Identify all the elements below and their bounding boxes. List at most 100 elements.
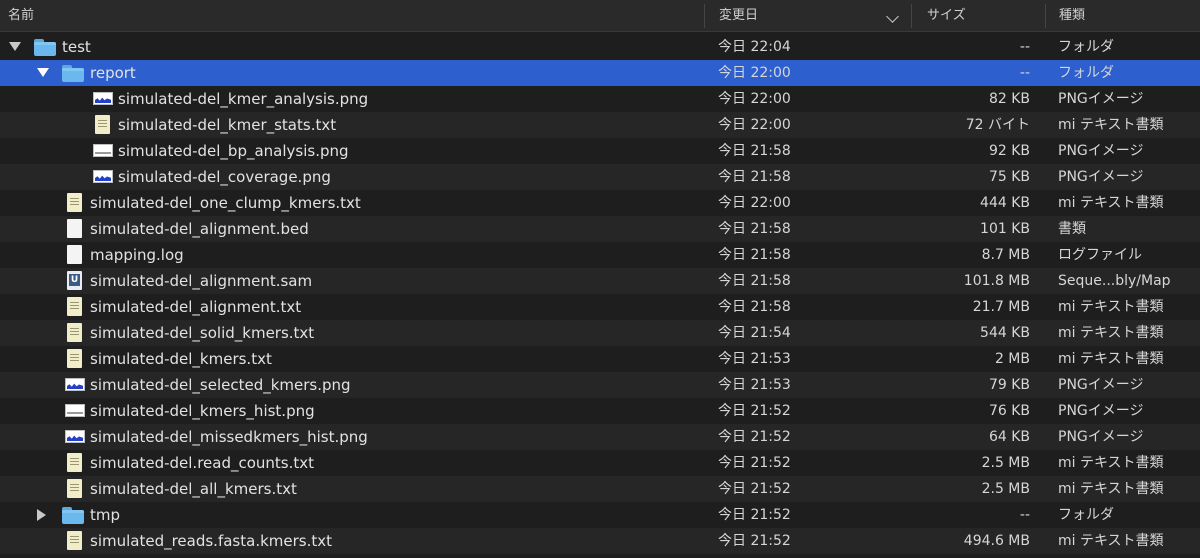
column-header-name[interactable]: 名前 xyxy=(8,0,34,32)
file-kind: mi テキスト書類 xyxy=(1058,351,1164,367)
file-name[interactable]: simulated-del_selected_kmers.png xyxy=(90,372,351,398)
file-name[interactable]: simulated-del_kmers_hist.png xyxy=(90,398,315,424)
file-kind: フォルダ xyxy=(1058,39,1114,55)
folder-icon xyxy=(62,65,84,82)
file-size: 101 KB xyxy=(980,221,1030,237)
modified-date: 今日 21:54 xyxy=(718,325,791,341)
column-divider[interactable] xyxy=(911,4,912,28)
file-name[interactable]: simulated-del_bp_analysis.png xyxy=(118,138,349,164)
column-header-date[interactable]: 変更日 xyxy=(719,0,758,32)
file-kind: フォルダ xyxy=(1058,507,1114,523)
file-size: 82 KB xyxy=(988,91,1030,107)
column-header-bar: 名前 変更日 サイズ 種類 xyxy=(0,0,1200,32)
file-kind: mi テキスト書類 xyxy=(1058,117,1164,133)
file-kind: mi テキスト書類 xyxy=(1058,299,1164,315)
file-name[interactable]: simulated-del_alignment.sam xyxy=(90,268,312,294)
file-kind: Seque...bly/Map xyxy=(1058,273,1171,289)
file-name[interactable]: simulated-del_solid_kmers.txt xyxy=(90,320,314,346)
sort-chevron-down-icon[interactable] xyxy=(886,10,899,23)
file-name[interactable]: simulated-del_alignment.bed xyxy=(90,216,309,242)
file-name[interactable]: report xyxy=(90,60,136,86)
file-name[interactable]: simulated_reads.fasta.kmers.txt xyxy=(90,528,332,554)
file-row[interactable]: simulated-del_kmer_analysis.png 今日 22:00 8… xyxy=(0,86,1200,112)
modified-date: 今日 22:04 xyxy=(718,39,791,55)
column-header-kind[interactable]: 種類 xyxy=(1059,0,1085,32)
file-row[interactable]: Usimulated-del_alignment.sam 今日 21:58 101.… xyxy=(0,268,1200,294)
file-kind: ログファイル xyxy=(1058,247,1142,263)
file-size: 79 KB xyxy=(988,377,1030,393)
folder-icon xyxy=(62,507,84,524)
file-kind: PNGイメージ xyxy=(1058,143,1144,159)
file-row[interactable]: simulated-del_kmers.txt 今日 21:53 2 MB mi テキ… xyxy=(0,346,1200,372)
file-row[interactable]: simulated-del_all_kmers.txt 今日 21:52 2.5 M… xyxy=(0,476,1200,502)
modified-date: 今日 21:58 xyxy=(718,247,791,263)
file-name[interactable]: simulated-del_kmers.txt xyxy=(90,346,272,372)
file-size: 72 バイト xyxy=(965,117,1030,133)
file-size: 444 KB xyxy=(980,195,1030,211)
file-row[interactable]: simulated-del_one_clump_kmers.txt 今日 22:0… xyxy=(0,190,1200,216)
disclosure-triangle-open-icon[interactable] xyxy=(37,68,49,77)
file-size: 8.7 MB xyxy=(981,247,1030,263)
file-name[interactable]: test xyxy=(62,34,91,60)
column-header-size[interactable]: サイズ xyxy=(927,0,966,32)
text-document-icon xyxy=(67,193,82,212)
column-divider[interactable] xyxy=(704,4,705,28)
file-kind: PNGイメージ xyxy=(1058,403,1144,419)
column-divider[interactable] xyxy=(1045,4,1046,28)
file-name[interactable]: mapping.log xyxy=(90,242,184,268)
file-row[interactable]: simulated-del.read_counts.txt 今日 21:52 2.5… xyxy=(0,450,1200,476)
blank-document-icon xyxy=(67,219,82,238)
file-row[interactable]: simulated_reads.fasta.kmers.txt 今日 21:52 4… xyxy=(0,528,1200,554)
folder-row[interactable]: report 今日 22:00 -- フォルダ xyxy=(0,60,1200,86)
folder-icon xyxy=(34,39,56,56)
modified-date: 今日 21:52 xyxy=(718,455,791,471)
file-name[interactable]: simulated-del_all_kmers.txt xyxy=(90,476,297,502)
file-row[interactable]: simulated-del_alignment.txt 今日 21:58 21.7 … xyxy=(0,294,1200,320)
modified-date: 今日 21:52 xyxy=(718,481,791,497)
modified-date: 今日 21:58 xyxy=(718,169,791,185)
file-kind: フォルダ xyxy=(1058,65,1114,81)
disclosure-triangle-closed-icon[interactable] xyxy=(37,509,46,521)
file-kind: mi テキスト書類 xyxy=(1058,481,1164,497)
file-row[interactable]: simulated-del_solid_kmers.txt 今日 21:54 544… xyxy=(0,320,1200,346)
file-row[interactable]: simulated-del_coverage.png 今日 21:58 75 KB P… xyxy=(0,164,1200,190)
modified-date: 今日 21:58 xyxy=(718,143,791,159)
file-name[interactable]: simulated-del_kmer_analysis.png xyxy=(118,86,368,112)
text-document-icon xyxy=(67,453,82,472)
file-row[interactable]: simulated-del_missedkmers_hist.png 今日 21:… xyxy=(0,424,1200,450)
image-wave-icon xyxy=(65,430,85,443)
file-size: 2.5 MB xyxy=(981,455,1030,471)
file-row[interactable]: simulated-del_kmers_hist.png 今日 21:52 76 K… xyxy=(0,398,1200,424)
file-row[interactable]: mapping.log 今日 21:58 8.7 MB ログファイル xyxy=(0,242,1200,268)
image-wave-icon xyxy=(93,170,113,183)
file-name[interactable]: simulated-del_missedkmers_hist.png xyxy=(90,424,368,450)
modified-date: 今日 22:00 xyxy=(718,91,791,107)
image-wave-icon xyxy=(93,92,113,105)
file-name[interactable]: simulated-del_coverage.png xyxy=(118,164,331,190)
modified-date: 今日 21:58 xyxy=(718,299,791,315)
file-name[interactable]: simulated-del_one_clump_kmers.txt xyxy=(90,190,361,216)
modified-date: 今日 22:00 xyxy=(718,117,791,133)
file-name[interactable]: simulated-del_alignment.txt xyxy=(90,294,301,320)
file-kind: PNGイメージ xyxy=(1058,91,1144,107)
file-row[interactable]: simulated-del_selected_kmers.png 今日 21:53… xyxy=(0,372,1200,398)
file-kind: PNGイメージ xyxy=(1058,377,1144,393)
sam-document-icon: U xyxy=(67,271,82,290)
file-size: 64 KB xyxy=(988,429,1030,445)
file-name[interactable]: simulated-del_kmer_stats.txt xyxy=(118,112,336,138)
folder-row[interactable]: test 今日 22:04 -- フォルダ xyxy=(0,34,1200,60)
file-kind: 書類 xyxy=(1058,221,1086,237)
file-row[interactable]: simulated-del_kmer_stats.txt 今日 22:00 72 バ… xyxy=(0,112,1200,138)
modified-date: 今日 21:53 xyxy=(718,351,791,367)
file-name[interactable]: tmp xyxy=(90,502,120,528)
text-document-icon xyxy=(95,115,110,134)
file-size: 92 KB xyxy=(988,143,1030,159)
disclosure-triangle-open-icon[interactable] xyxy=(9,42,21,51)
folder-row[interactable]: tmp 今日 21:52 -- フォルダ xyxy=(0,502,1200,528)
file-row[interactable]: simulated-del_bp_analysis.png 今日 21:58 92 … xyxy=(0,138,1200,164)
modified-date: 今日 21:52 xyxy=(718,507,791,523)
modified-date: 今日 21:58 xyxy=(718,221,791,237)
file-row[interactable]: simulated-del_alignment.bed 今日 21:58 101 K… xyxy=(0,216,1200,242)
file-size: 2.5 MB xyxy=(981,481,1030,497)
file-name[interactable]: simulated-del.read_counts.txt xyxy=(90,450,314,476)
